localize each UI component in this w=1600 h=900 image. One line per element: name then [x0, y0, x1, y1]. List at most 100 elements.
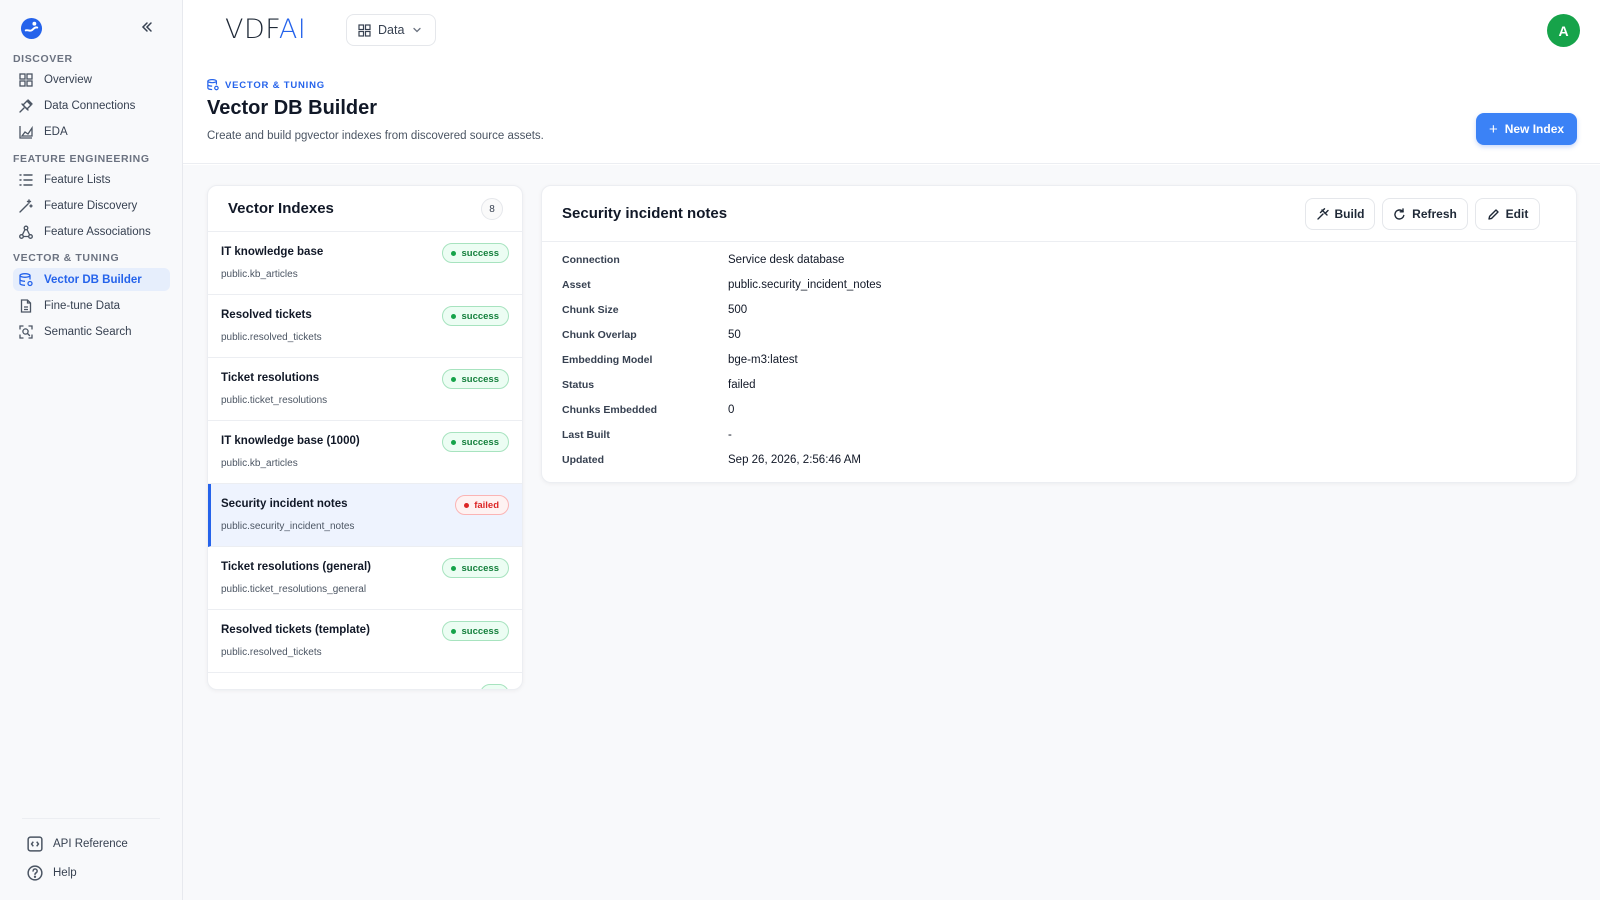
index-name: Resolved tickets	[221, 309, 312, 321]
sidebar-item-semantic-search[interactable]: Semantic Search	[13, 320, 170, 343]
field-label-chunk-overlap: Chunk Overlap	[562, 329, 637, 341]
new-index-label: New Index	[1504, 122, 1565, 136]
vector-indexes-header: Vector Indexes 8	[208, 186, 522, 232]
status-dot-icon	[464, 502, 470, 508]
list-item[interactable]: Ticket resolutions (general) public.tick…	[208, 547, 522, 610]
field-value-embedding-model: bge-m3:latest	[728, 354, 798, 366]
sidebar-section-feature-engineering: FEATURE ENGINEERING	[13, 153, 150, 165]
sidebar-section-vector-tuning: VECTOR & TUNING	[13, 252, 120, 264]
index-asset: public.kb_articles	[221, 269, 298, 280]
api-reference-label: API Reference	[53, 838, 128, 850]
dashboard-grid-icon	[18, 72, 34, 88]
refresh-icon	[1394, 207, 1405, 220]
list-item-selected[interactable]: Security incident notes public.security_…	[208, 484, 522, 547]
field-value-updated: Sep 26, 2026, 2:56:46 AM	[728, 454, 861, 466]
help-label: Help	[53, 867, 77, 879]
index-name: Security incident notes	[221, 498, 348, 510]
sidebar: DISCOVER Overview Data Connections EDA F…	[0, 0, 183, 900]
list-item[interactable]: IT knowledge base (1000) public.kb_artic…	[208, 421, 522, 484]
status-label: success	[461, 247, 499, 259]
status-label: success	[461, 436, 499, 448]
field-value-last-built: -	[728, 429, 732, 441]
brand-accent-text: AI	[278, 14, 307, 45]
vector-indexes-panel: Vector Indexes 8 IT knowledge base publi…	[207, 185, 523, 690]
brand-main-text: VDF	[225, 14, 279, 45]
build-button[interactable]: Build	[1305, 198, 1375, 230]
index-name: IT knowledge base	[221, 246, 324, 258]
field-value-chunk-size: 500	[728, 304, 748, 316]
magic-wand-icon	[18, 198, 34, 214]
refresh-button[interactable]: Refresh	[1382, 198, 1468, 230]
app-logo-icon[interactable]	[20, 17, 43, 40]
vector-indexes-title: Vector Indexes	[228, 200, 334, 217]
sidebar-item-data-connections[interactable]: Data Connections	[13, 94, 170, 117]
status-label: failed	[474, 499, 499, 511]
brand-logo[interactable]: VDFAI	[225, 14, 306, 45]
sidebar-item-fine-tune-data[interactable]: Fine-tune Data	[13, 294, 170, 317]
sidebar-item-label: Feature Lists	[44, 173, 111, 186]
index-asset: public.security_incident_notes	[221, 521, 355, 532]
list-item[interactable]: Resolved tickets (template) public.resol…	[208, 610, 522, 673]
status-badge: success	[442, 432, 509, 452]
index-name: IT knowledge base (1000)	[221, 435, 360, 447]
index-name: Resolved tickets (template)	[221, 624, 370, 636]
status-dot-icon	[451, 565, 457, 571]
code-icon	[27, 836, 43, 852]
sidebar-footer-api-reference[interactable]: API Reference	[27, 836, 128, 852]
avatar[interactable]: A	[1547, 14, 1580, 47]
status-badge: success	[442, 369, 509, 389]
list-icon	[18, 172, 34, 188]
sidebar-item-label: EDA	[44, 125, 68, 138]
network-icon	[18, 224, 34, 240]
list-item[interactable]: IT knowledge base public.kb_articles suc…	[208, 232, 522, 295]
data-menu-button[interactable]: Data	[346, 14, 436, 46]
page-subtitle: Create and build pgvector indexes from d…	[207, 130, 544, 142]
field-value-connection: Service desk database	[728, 254, 845, 266]
sidebar-item-label: Semantic Search	[44, 325, 132, 338]
status-label: success	[461, 373, 499, 385]
status-badge: success	[442, 306, 509, 326]
plug-icon	[18, 98, 34, 114]
index-name: Ticket resolutions (general)	[221, 561, 371, 573]
build-label: Build	[1334, 207, 1365, 221]
index-name: Ticket resolutions	[221, 372, 320, 384]
area-chart-icon	[18, 124, 34, 140]
data-menu-label: Data	[378, 23, 405, 37]
status-badge: success	[442, 243, 509, 263]
sidebar-divider	[22, 818, 160, 819]
status-dot-icon	[451, 250, 457, 256]
index-detail-panel: Security incident notes Build Refresh Ed…	[541, 185, 1577, 483]
sidebar-item-overview[interactable]: Overview	[13, 68, 170, 91]
list-item[interactable]: Ticket resolutions public.ticket_resolut…	[208, 358, 522, 421]
index-count-badge: 8	[481, 198, 503, 220]
collapse-sidebar-icon[interactable]	[140, 20, 154, 34]
status-badge: success	[442, 621, 509, 641]
hammer-icon	[1316, 207, 1329, 220]
field-label-embedding-model: Embedding Model	[562, 354, 653, 366]
edit-button[interactable]: Edit	[1475, 198, 1540, 230]
status-dot-icon	[451, 628, 457, 634]
status-badge: success	[442, 558, 509, 578]
field-label-last-built: Last Built	[562, 429, 610, 441]
field-label-chunks-embedded: Chunks Embedded	[562, 404, 658, 416]
plus-icon: +	[1488, 120, 1498, 138]
list-item[interactable]: Resolved tickets public.resolved_tickets…	[208, 295, 522, 358]
sidebar-item-label: Overview	[44, 73, 92, 86]
sidebar-item-feature-lists[interactable]: Feature Lists	[13, 168, 170, 191]
index-asset: public.resolved_tickets	[221, 647, 322, 658]
main-content: Vector Indexes 8 IT knowledge base publi…	[183, 165, 1600, 900]
chevron-down-icon	[413, 27, 422, 33]
index-detail-header: Security incident notes Build Refresh Ed…	[542, 186, 1576, 242]
status-label: success	[461, 562, 499, 574]
sidebar-item-feature-discovery[interactable]: Feature Discovery	[13, 194, 170, 217]
sidebar-footer-help[interactable]: Help	[27, 865, 77, 881]
field-label-updated: Updated	[562, 454, 604, 466]
new-index-button[interactable]: + New Index	[1476, 113, 1577, 145]
sidebar-item-feature-associations[interactable]: Feature Associations	[13, 220, 170, 243]
sidebar-item-vector-db-builder[interactable]: Vector DB Builder	[13, 268, 170, 291]
list-item-partial[interactable]	[208, 673, 522, 689]
field-value-chunk-overlap: 50	[728, 329, 741, 341]
field-value-status: failed	[728, 379, 756, 391]
sidebar-item-eda[interactable]: EDA	[13, 120, 170, 143]
sidebar-item-label: Fine-tune Data	[44, 299, 121, 312]
